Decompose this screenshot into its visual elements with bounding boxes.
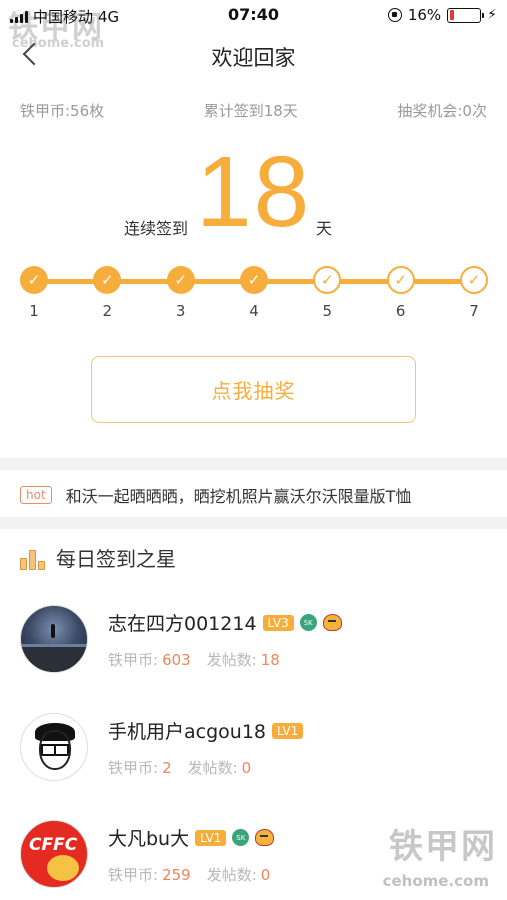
day-number: 5: [322, 302, 333, 320]
rotation-lock-icon: [387, 8, 402, 22]
user-name[interactable]: 志在四方001214: [108, 609, 257, 636]
posts-label: 发帖数:: [206, 651, 257, 669]
hot-banner[interactable]: hot 和沃一起晒晒晒，晒挖机照片赢沃尔沃限量版T恤: [0, 475, 507, 515]
posts-value: 0: [260, 865, 271, 884]
charging-icon: ⚡: [487, 7, 497, 23]
check-icon: ✓: [20, 266, 48, 294]
coin-value: 259: [162, 865, 191, 884]
lottery-button[interactable]: 点我抽奖: [91, 356, 416, 423]
daily-stars-title: 每日签到之星: [56, 547, 176, 571]
day-marker: ✓ 5: [313, 266, 342, 320]
posts-value: 0: [241, 758, 252, 777]
mascot-icon: [255, 829, 275, 846]
day-marker: ✓ 1: [20, 266, 48, 320]
check-icon: ✓: [93, 266, 122, 294]
day-marker: ✓ 6: [386, 266, 415, 320]
day-number: 6: [395, 302, 406, 320]
list-item[interactable]: 手机用户acgou18 LV1 铁甲币: 2 发帖数: 0: [20, 713, 487, 813]
watermark-logo: 铁甲网: [389, 827, 497, 867]
week-progress: ✓ 1 ✓ 2 ✓ 3 ✓ 4 ✓ 5 ✓ 6 ✓ 7: [20, 266, 488, 326]
hot-badge: hot: [20, 486, 52, 504]
daily-stars-header: 每日签到之星: [20, 543, 176, 572]
level-badge: LV1: [195, 829, 227, 846]
check-icon: ✓: [460, 266, 488, 294]
level-badge: LV3: [262, 614, 294, 631]
list-item[interactable]: 志在四方001214 LV3 SK 铁甲币: 603 发帖数: 18: [20, 605, 487, 705]
mascot-icon: [322, 614, 342, 631]
streak-count: 18: [196, 136, 312, 248]
day-marker: ✓ 2: [93, 266, 122, 320]
day-number: 1: [29, 302, 39, 320]
divider: [0, 458, 507, 470]
coin-value: 603: [162, 650, 191, 669]
check-icon: ✓: [240, 266, 268, 294]
check-icon: ✓: [166, 266, 195, 294]
watermark-site: cehome.com: [382, 872, 489, 890]
status-bar: 中国移动 4G 07:40 16% ⚡: [0, 0, 507, 30]
day-number: 4: [249, 302, 259, 320]
avatar[interactable]: [20, 713, 88, 781]
total-checkins-stat: 累计签到18天: [203, 102, 298, 120]
lottery-chances-stat: 抽奖机会:0次: [397, 102, 487, 120]
shield-icon: SK: [299, 614, 317, 631]
coin-label: 铁甲币:: [108, 651, 159, 669]
posts-label: 发帖数:: [187, 759, 238, 777]
coin-value: 2: [162, 758, 172, 777]
day-number: 2: [102, 302, 113, 320]
posts-label: 发帖数:: [206, 866, 257, 884]
battery-icon: [447, 7, 485, 23]
day-marker: ✓ 3: [166, 266, 195, 320]
check-icon: ✓: [386, 266, 415, 294]
nav-bar: 欢迎回家: [0, 36, 507, 76]
hot-text[interactable]: 和沃一起晒晒晒，晒挖机照片赢沃尔沃限量版T恤: [66, 483, 412, 507]
coins-stat: 铁甲币:56枚: [20, 102, 105, 120]
streak-label: 连续签到: [124, 219, 189, 238]
user-name[interactable]: 大凡bu大: [108, 824, 189, 851]
user-name[interactable]: 手机用户acgou18: [108, 717, 266, 744]
check-icon: ✓: [313, 266, 342, 294]
day-marker: ✓ 7: [460, 266, 488, 320]
posts-value: 18: [260, 650, 280, 669]
coin-label: 铁甲币:: [108, 866, 159, 884]
avatar-crest-text: CFFC: [29, 835, 78, 855]
stats-row: 铁甲币:56枚 累计签到18天 抽奖机会:0次: [20, 100, 487, 121]
divider: [0, 517, 507, 529]
avatar[interactable]: CFFC: [20, 820, 88, 888]
battery-percent: 16%: [407, 6, 442, 24]
day-marker: ✓ 4: [240, 266, 268, 320]
day-number: 3: [175, 302, 186, 320]
shield-icon: SK: [232, 829, 250, 846]
coin-label: 铁甲币:: [108, 759, 159, 777]
day-number: 7: [469, 302, 479, 320]
level-badge: LV1: [272, 722, 304, 739]
avatar[interactable]: [20, 605, 88, 673]
page-title: 欢迎回家: [211, 46, 296, 70]
streak-unit: 天: [316, 219, 333, 238]
ranking-icon: [20, 546, 46, 570]
